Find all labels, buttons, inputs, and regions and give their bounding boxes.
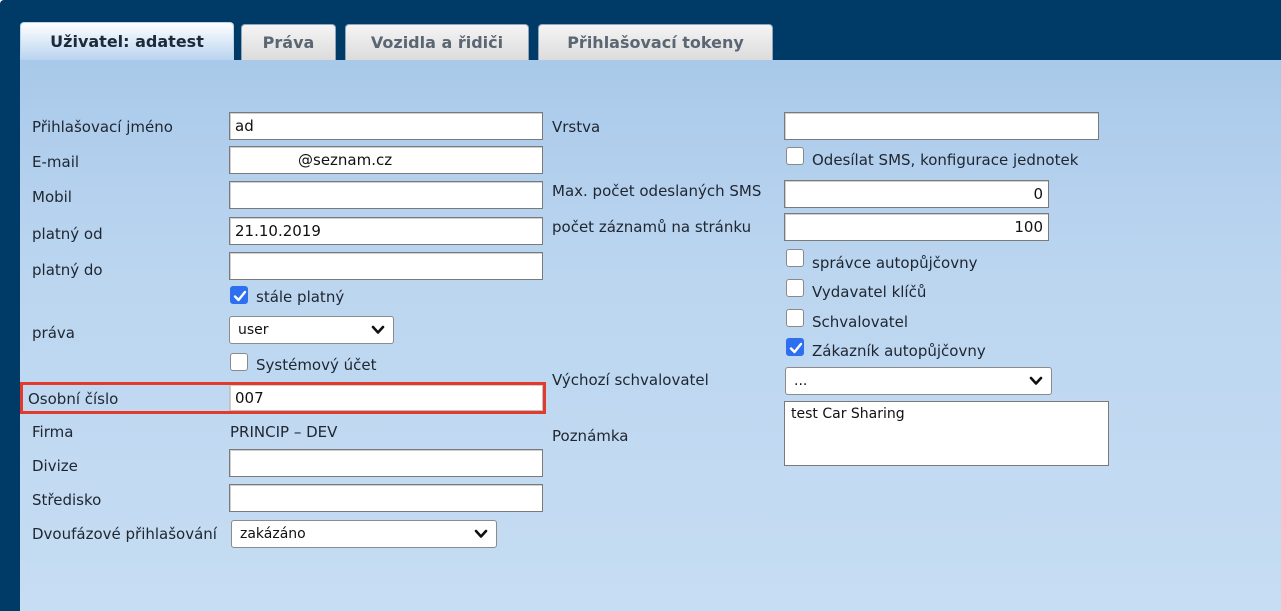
two-factor-select-value: zakázáno [240,526,306,542]
tab-vehicles-drivers-label: Vozidla a řidiči [370,33,504,52]
tab-vehicles-drivers[interactable]: Vozidla a řidiči [345,24,529,60]
rental-customer-label: Zákazník autopůjčovny [812,342,986,360]
records-per-page-label: počet záznamů na stránku [552,218,752,236]
tab-rights[interactable]: Práva [241,24,336,60]
tab-login-tokens-label: Přihlašovací tokeny [567,33,744,52]
valid-from-label: platný od [32,225,103,243]
system-account-label: Systémový účet [256,356,377,374]
approver-label: Schvalovatel [812,313,909,331]
default-approver-select-value: ... [794,373,808,389]
always-valid-label: stále platný [256,288,345,306]
chevron-down-icon [474,529,488,538]
rental-customer-checkbox[interactable] [786,338,804,356]
send-sms-checkbox[interactable] [786,147,804,165]
valid-from-input[interactable]: 21.10.2019 [229,217,543,245]
two-factor-select[interactable]: zakázáno [231,520,497,548]
tab-user-label: Uživatel: adatest [50,32,204,51]
email-input[interactable]: @seznam.cz [229,146,543,174]
company-value: PRINCIP – DEV [230,423,338,441]
layer-label: Vrstva [552,118,601,136]
login-name-label: Přihlašovací jméno [32,118,173,136]
max-sms-input[interactable]: 0 [784,180,1049,208]
rental-admin-checkbox[interactable] [786,249,804,267]
rights-select-value: user [238,322,269,338]
company-label: Firma [32,423,74,441]
key-issuer-checkbox[interactable] [786,279,804,297]
mobile-label: Mobil [32,188,72,206]
rights-label: práva [32,324,75,342]
max-sms-label: Max. počet odeslaných SMS [552,182,762,200]
login-name-input[interactable]: ad [229,112,543,140]
center-input[interactable] [229,484,543,512]
system-account-checkbox[interactable] [230,353,248,371]
rental-admin-label: správce autopůjčovny [812,254,978,272]
division-input[interactable] [229,449,543,477]
key-issuer-label: Vydavatel klíčů [812,283,927,301]
rights-select[interactable]: user [229,316,394,344]
personal-number-highlight [20,382,546,414]
chevron-down-icon [371,325,385,334]
valid-to-label: platný do [32,261,103,279]
records-per-page-input[interactable]: 100 [784,213,1049,241]
default-approver-select[interactable]: ... [785,367,1052,395]
two-factor-label: Dvoufázové přihlašování [32,525,217,543]
valid-to-input[interactable] [229,252,543,280]
checkmark-icon [233,290,247,302]
chevron-down-icon [1029,376,1043,385]
center-label: Středisko [32,491,102,509]
tab-user[interactable]: Uživatel: adatest [20,22,234,60]
approver-checkbox[interactable] [786,309,804,327]
send-sms-label: Odesílat SMS, konfigurace jednotek [812,151,1079,169]
always-valid-checkbox[interactable] [230,286,248,304]
default-approver-label: Výchozí schvalovatel [552,371,709,389]
checkmark-icon [789,342,803,354]
mobile-input[interactable] [229,181,543,209]
tab-login-tokens[interactable]: Přihlašovací tokeny [538,24,773,60]
division-label: Divize [32,457,78,475]
tab-rights-label: Práva [262,33,315,52]
note-label: Poznámka [552,427,629,445]
note-textarea[interactable]: test Car Sharing [784,401,1109,466]
email-label: E-mail [32,153,80,171]
layer-input[interactable] [784,112,1099,140]
